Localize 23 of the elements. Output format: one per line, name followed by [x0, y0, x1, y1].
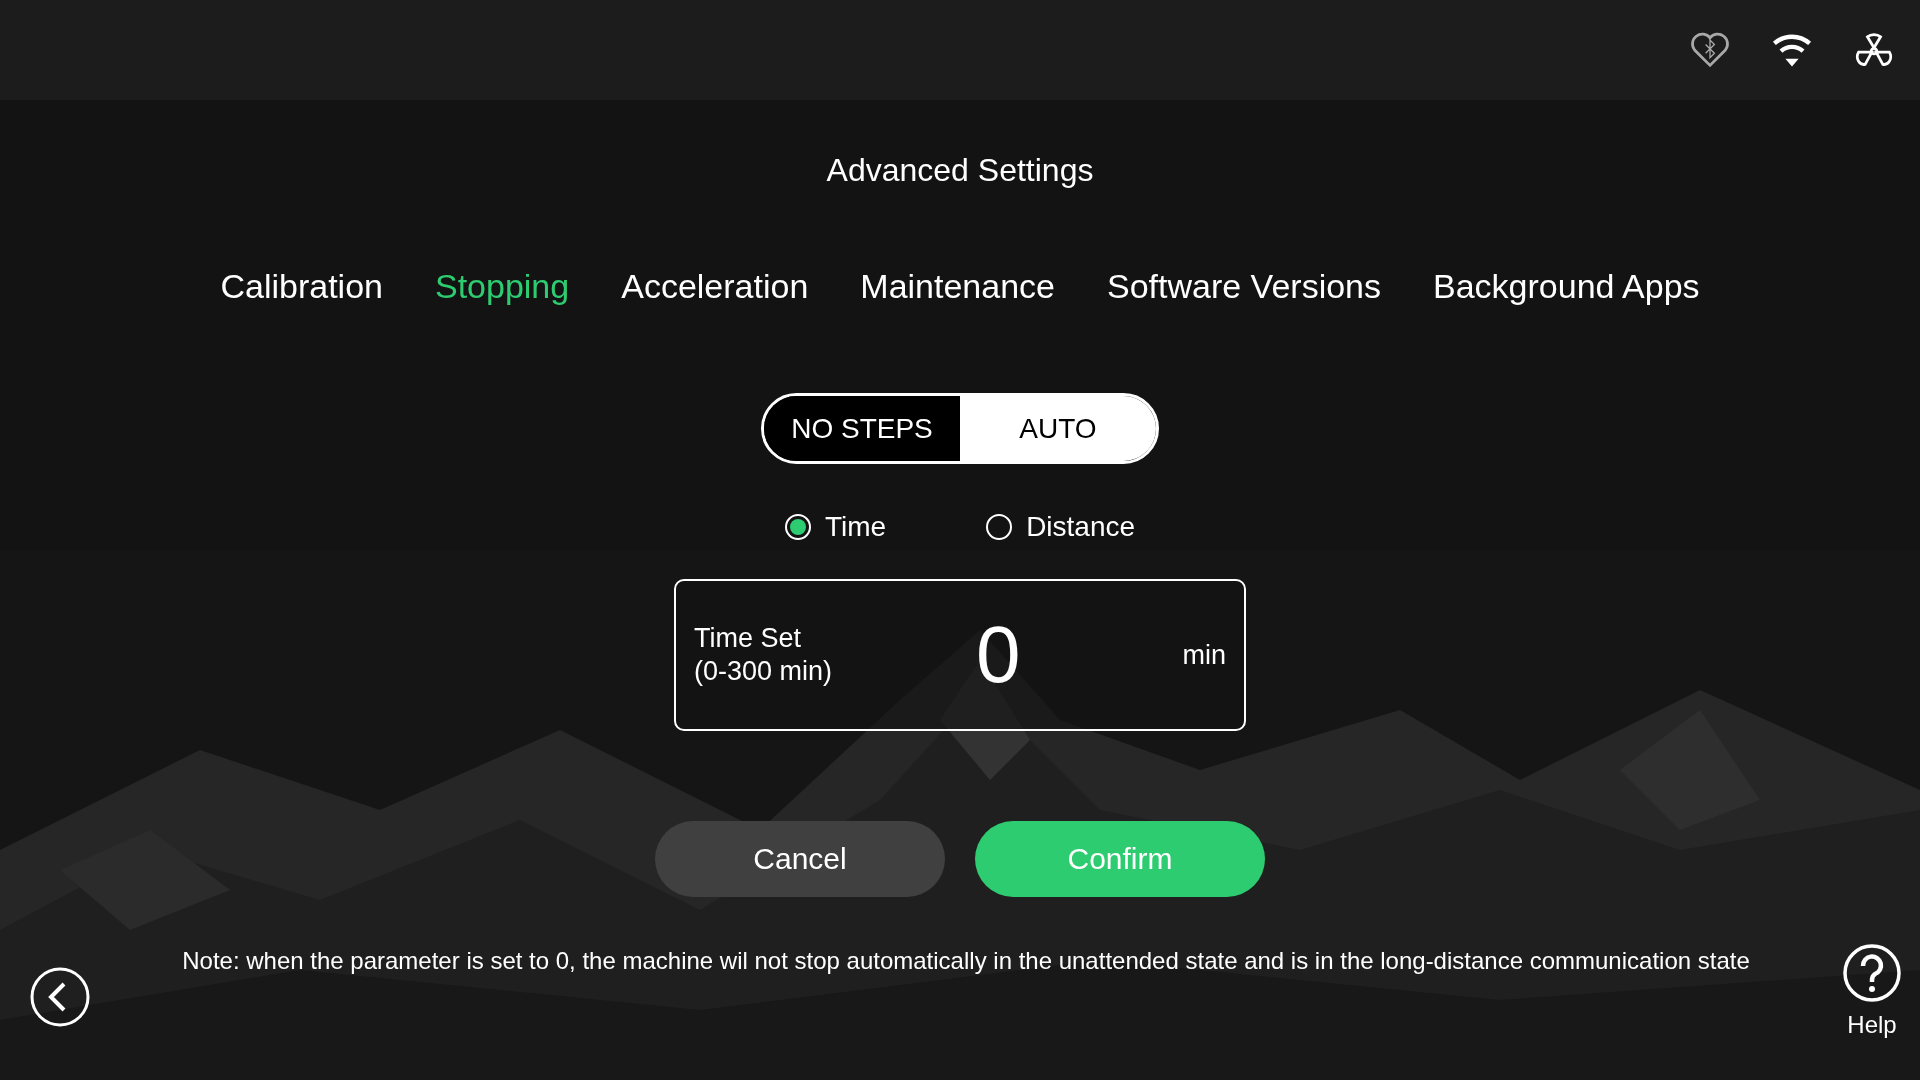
back-icon[interactable]: [30, 967, 90, 1027]
note-text: Note: when the parameter is set to 0, the machine wil not stop automatically in the unattended state and is in the long-distance communication state: [181, 947, 1751, 975]
help-label: Help: [1847, 1011, 1897, 1039]
tab[interactable]: Background Apps: [1433, 266, 1700, 306]
unit-label: min: [1182, 639, 1226, 671]
tab[interactable]: Software Versions: [1107, 266, 1382, 306]
field-label: Time Set: [694, 622, 803, 655]
tab[interactable]: Stopping: [434, 266, 570, 306]
tab[interactable]: Acceleration: [621, 266, 809, 306]
radio-button[interactable]: [986, 514, 1013, 540]
mode-option[interactable]: NO STEPS: [764, 396, 960, 461]
field-range: (0-300 min): [694, 655, 834, 688]
cancel-button[interactable]: Cancel: [655, 821, 945, 897]
tab[interactable]: Maintenance: [860, 266, 1055, 306]
radio-button[interactable]: [784, 514, 811, 540]
help-icon[interactable]: [1842, 943, 1902, 1003]
time-input-field[interactable]: Time Set (0-300 min) 0 min: [674, 579, 1246, 731]
radio-label: Time: [824, 511, 887, 543]
mode-option[interactable]: AUTO: [960, 396, 1156, 461]
tab[interactable]: Calibration: [220, 266, 383, 306]
radio-label: Distance: [1026, 511, 1136, 543]
page-title: Advanced Settings: [826, 151, 1094, 190]
field-value: 0: [975, 609, 1022, 701]
